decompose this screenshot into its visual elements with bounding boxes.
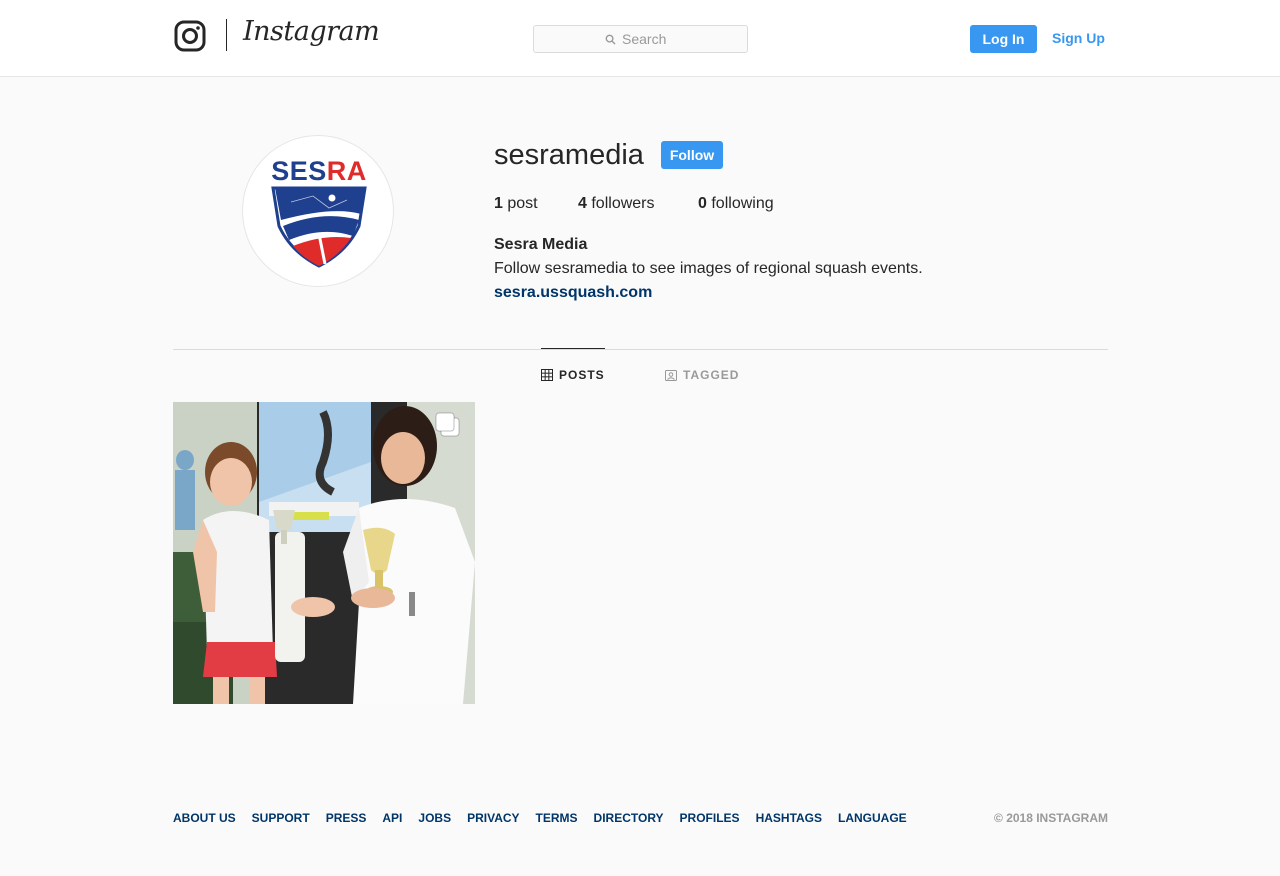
footer-link-api[interactable]: API (382, 811, 402, 825)
logo-divider (226, 19, 227, 51)
log-in-button[interactable]: Log In (970, 25, 1037, 53)
following-count-label: following (711, 195, 774, 212)
footer-link-support[interactable]: SUPPORT (252, 811, 310, 825)
followers-count[interactable]: 4 followers (578, 195, 655, 213)
following-count[interactable]: 0 following (698, 195, 774, 213)
active-tab-indicator (541, 348, 605, 349)
footer-link-jobs[interactable]: JOBS (418, 811, 451, 825)
search-box[interactable] (533, 25, 748, 53)
follow-button[interactable]: Follow (661, 141, 723, 169)
footer-links: ABOUT US SUPPORT PRESS API JOBS PRIVACY … (173, 811, 923, 825)
instagram-glyph-icon[interactable] (174, 20, 206, 52)
footer-link-language[interactable]: LANGUAGE (838, 811, 907, 825)
copyright: © 2018 INSTAGRAM (994, 811, 1108, 825)
followers-count-value: 4 (578, 195, 587, 212)
tabs-divider (173, 349, 1108, 350)
post-photo (173, 402, 475, 704)
svg-text:SESRA: SESRA (271, 156, 367, 186)
footer-link-press[interactable]: PRESS (326, 811, 367, 825)
posts-count: 1 post (494, 195, 538, 213)
posts-count-label: post (507, 195, 538, 212)
tab-posts-label: POSTS (559, 368, 605, 382)
grid-icon (541, 369, 553, 381)
profile-website-link[interactable]: sesra.ussquash.com (494, 284, 652, 302)
search-input[interactable] (622, 31, 676, 47)
followers-count-label: followers (591, 195, 655, 212)
tab-posts[interactable]: POSTS (541, 368, 605, 382)
footer-link-terms[interactable]: TERMS (536, 811, 578, 825)
profile-full-name: Sesra Media (494, 236, 588, 253)
footer: ABOUT US SUPPORT PRESS API JOBS PRIVACY … (173, 811, 1108, 825)
posts-count-value: 1 (494, 195, 503, 212)
profile-avatar[interactable]: SESRA (242, 135, 394, 287)
sign-up-link[interactable]: Sign Up (1052, 30, 1105, 46)
multiple-images-icon (435, 412, 460, 437)
search-icon (605, 34, 616, 45)
tab-tagged[interactable]: TAGGED (665, 368, 739, 382)
top-navigation-bar: Instagram Log In Sign Up (0, 0, 1280, 77)
sesra-logo: SESRA (271, 156, 367, 268)
footer-link-about-us[interactable]: ABOUT US (173, 811, 236, 825)
following-count-value: 0 (698, 195, 707, 212)
tab-tagged-label: TAGGED (683, 368, 740, 382)
footer-link-hashtags[interactable]: HASHTAGS (756, 811, 822, 825)
profile-username: sesramedia (494, 139, 644, 171)
tagged-icon (665, 370, 677, 381)
instagram-wordmark[interactable]: Instagram (243, 16, 380, 47)
profile-bio: Follow sesramedia to see images of regio… (494, 260, 923, 277)
footer-link-privacy[interactable]: PRIVACY (467, 811, 519, 825)
footer-link-profiles[interactable]: PROFILES (680, 811, 740, 825)
footer-link-directory[interactable]: DIRECTORY (594, 811, 664, 825)
post-thumbnail[interactable] (173, 402, 475, 704)
